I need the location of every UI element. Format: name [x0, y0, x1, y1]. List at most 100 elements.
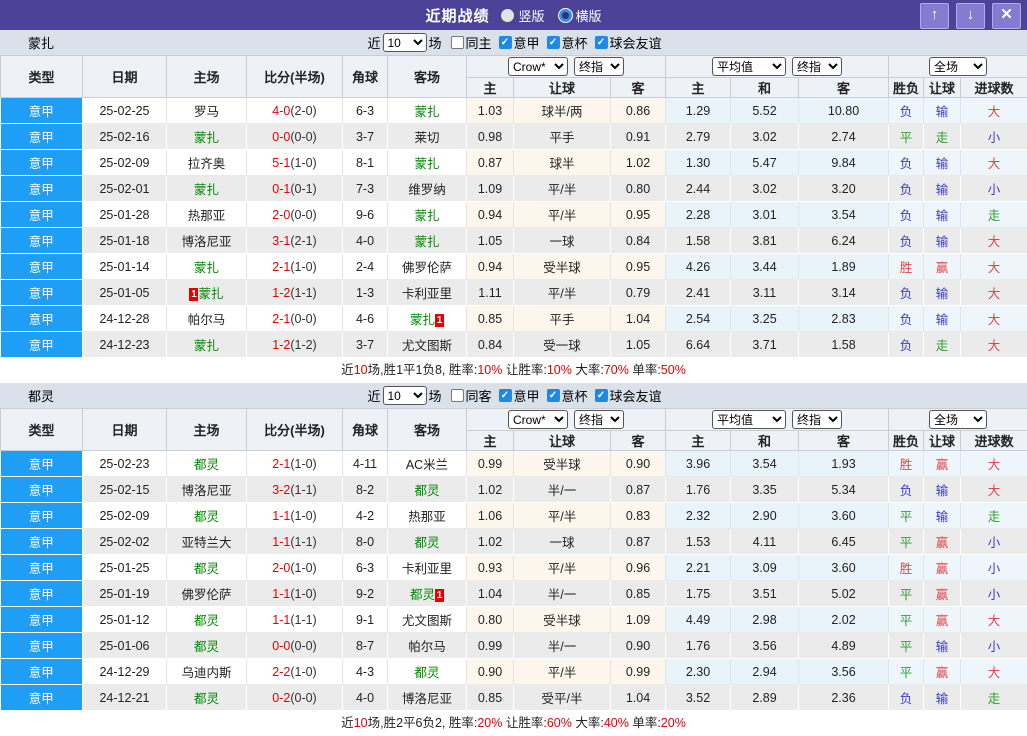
summary-segment: 场,胜2平6负2, 胜率:: [368, 716, 478, 730]
close-button[interactable]: ✕: [992, 3, 1021, 29]
league-cell: 意甲: [1, 633, 83, 659]
handicap-group-header: Crow* 终指: [467, 409, 666, 431]
result-outcome: 负: [889, 176, 924, 202]
match-row: 意甲25-01-25都灵2-0(1-0)6-3卡利亚里0.93平/半0.962.…: [1, 555, 1027, 581]
sub-column-header: 客: [799, 78, 889, 98]
result-outcome: 平: [889, 607, 924, 633]
away-team-label: 佛罗伦萨: [402, 261, 452, 275]
league-cell: 意甲: [1, 451, 83, 477]
league-checkbox-2[interactable]: ✓意杯: [540, 386, 588, 405]
same-venue-checkbox[interactable]: 同客: [443, 386, 491, 405]
avg-away-odds: 3.56: [799, 659, 889, 685]
home-team-label: 蒙扎: [194, 261, 219, 275]
away-team-cell: 都灵1: [388, 581, 467, 607]
avg-draw-odds: 5.47: [731, 150, 799, 176]
summary-segment: 10%: [547, 363, 572, 377]
sub-column-header: 胜负: [889, 431, 924, 451]
average-select[interactable]: 平均值: [712, 410, 786, 429]
avg-home-odds: 2.28: [666, 202, 731, 228]
result-outcome: 平: [889, 124, 924, 150]
league-checkbox-1[interactable]: ✓意甲: [492, 386, 540, 405]
handicap-line: 平/半: [514, 176, 611, 202]
bookmaker-select[interactable]: Crow*: [508, 410, 568, 429]
handicap-line: 受一球: [514, 332, 611, 358]
checkbox-checked-icon: ✓: [499, 36, 512, 49]
half-time-score: (1-1): [290, 535, 316, 549]
league-checkbox-3[interactable]: ✓球会友谊: [588, 33, 662, 52]
recent-count-select[interactable]: 10: [382, 33, 426, 52]
team-name: 蒙扎: [28, 33, 54, 52]
result-outcome: 负: [889, 150, 924, 176]
corners-cell: 9-6: [343, 202, 388, 228]
near-label: 近: [367, 386, 380, 405]
handicap-away-odds: 0.85: [611, 581, 666, 607]
score-cell: 0-2(0-0): [247, 685, 343, 711]
layout-vertical-radio[interactable]: 竖版: [501, 6, 544, 25]
result-outcome: 胜: [889, 254, 924, 280]
result-outcome: 负: [889, 332, 924, 358]
away-team-cell: 都灵: [388, 529, 467, 555]
result-handicap: 赢: [924, 529, 961, 555]
date-cell: 25-02-02: [83, 529, 167, 555]
bookmaker-select[interactable]: Crow*: [508, 57, 568, 76]
half-time-score: (1-0): [290, 260, 316, 274]
final-odds-select-2[interactable]: 终指: [792, 410, 842, 429]
result-handicap: 走: [924, 332, 961, 358]
home-team-cell: 都灵: [167, 607, 247, 633]
team-section-2: 都灵近10场同客✓意甲✓意杯✓球会友谊类型日期主场比分(半场)角球客场Crow*…: [0, 383, 1027, 736]
league-checkbox-2[interactable]: ✓意杯: [540, 33, 588, 52]
recent-count-select[interactable]: 10: [382, 386, 426, 405]
away-team-cell: 维罗纳: [388, 176, 467, 202]
result-handicap: 输: [924, 202, 961, 228]
same-venue-checkbox[interactable]: 同主: [443, 33, 491, 52]
scroll-down-button[interactable]: ↓: [956, 3, 985, 29]
full-time-score: 1-1: [272, 587, 290, 601]
result-goals: 小: [961, 581, 1027, 607]
league-cell: 意甲: [1, 555, 83, 581]
sub-column-header: 让球: [514, 431, 611, 451]
result-outcome: 负: [889, 685, 924, 711]
final-odds-select[interactable]: 终指: [574, 410, 624, 429]
full-time-score: 2-1: [272, 260, 290, 274]
away-team-cell: 卡利亚里: [388, 280, 467, 306]
away-team-label: 尤文图斯: [402, 339, 452, 353]
league-cell: 意甲: [1, 176, 83, 202]
handicap-group-header: Crow* 终指: [467, 56, 666, 78]
handicap-line: 平/半: [514, 202, 611, 228]
avg-home-odds: 3.96: [666, 451, 731, 477]
handicap-line: 一球: [514, 228, 611, 254]
team-section-1: 蒙扎近10场同主✓意甲✓意杯✓球会友谊类型日期主场比分(半场)角球客场Crow*…: [0, 30, 1027, 383]
column-header: 主场: [167, 409, 247, 451]
full-match-select[interactable]: 全场: [929, 57, 987, 76]
handicap-away-odds: 0.95: [611, 202, 666, 228]
match-row: 意甲25-02-02亚特兰大1-1(1-1)8-0都灵1.02一球0.871.5…: [1, 529, 1027, 555]
away-team-label: 尤文图斯: [402, 614, 452, 628]
league-checkbox-1[interactable]: ✓意甲: [492, 33, 540, 52]
home-team-cell: 蒙扎: [167, 124, 247, 150]
final-odds-select-2[interactable]: 终指: [792, 57, 842, 76]
away-team-cell: 佛罗伦萨: [388, 254, 467, 280]
final-odds-select[interactable]: 终指: [574, 57, 624, 76]
avg-draw-odds: 2.98: [731, 607, 799, 633]
handicap-home-odds: 1.02: [467, 477, 514, 503]
home-team-label: 都灵: [194, 458, 219, 472]
half-time-score: (0-1): [290, 182, 316, 196]
match-row: 意甲25-02-09都灵1-1(1-0)4-2热那亚1.06平/半0.832.3…: [1, 503, 1027, 529]
scroll-up-button[interactable]: ↑: [920, 3, 949, 29]
league-checkbox-3[interactable]: ✓球会友谊: [588, 386, 662, 405]
sub-column-header: 和: [731, 78, 799, 98]
result-outcome: 平: [889, 529, 924, 555]
games-label: 场: [428, 33, 441, 52]
average-select[interactable]: 平均值: [712, 57, 786, 76]
sub-column-header: 主: [666, 78, 731, 98]
result-outcome: 负: [889, 280, 924, 306]
full-time-score: 1-2: [272, 286, 290, 300]
sub-column-header: 让球: [924, 78, 961, 98]
full-time-score: 4-0: [272, 104, 290, 118]
handicap-line: 球半: [514, 150, 611, 176]
date-cell: 25-01-25: [83, 555, 167, 581]
full-match-select[interactable]: 全场: [929, 410, 987, 429]
layout-horizontal-radio[interactable]: 横版: [559, 6, 602, 25]
half-time-score: (1-0): [290, 457, 316, 471]
result-handicap: 输: [924, 228, 961, 254]
